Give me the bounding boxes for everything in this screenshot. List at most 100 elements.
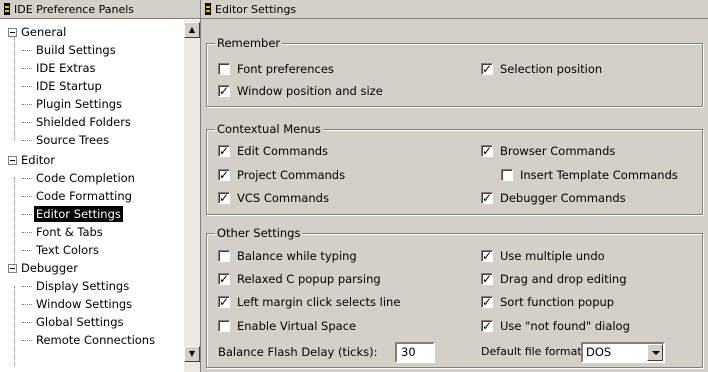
selection-position-checkbox[interactable]: Selection position bbox=[481, 61, 602, 77]
checkbox-box[interactable] bbox=[218, 63, 230, 75]
tree-item-label: Shielded Folders bbox=[36, 115, 131, 129]
tree-scrollbar[interactable]: ▲ ▼ bbox=[184, 20, 200, 372]
editor-settings-title: Editor Settings bbox=[215, 3, 297, 16]
balance-while-typing-checkbox[interactable]: Balance while typing bbox=[218, 248, 357, 264]
checkbox-box[interactable] bbox=[481, 318, 493, 334]
checkbox-label: Relaxed C popup parsing bbox=[237, 272, 381, 286]
tree-item-label: Code Completion bbox=[36, 171, 135, 185]
tree-group-editor[interactable]: Editor bbox=[8, 151, 55, 169]
tree-item-label: Remote Connections bbox=[36, 333, 156, 347]
checkbox-box[interactable] bbox=[481, 294, 493, 310]
tree-item-source-trees[interactable]: Source Trees bbox=[22, 131, 109, 149]
checkbox-box[interactable] bbox=[481, 143, 493, 159]
checkbox-box[interactable] bbox=[218, 167, 230, 183]
checkbox-box[interactable] bbox=[481, 248, 493, 264]
checkbox-box[interactable] bbox=[218, 250, 230, 262]
tree-item-ide-startup[interactable]: IDE Startup bbox=[22, 77, 102, 95]
use-not-found-dialog-checkbox[interactable]: Use "not found" dialog bbox=[481, 318, 630, 334]
tree-item-label: Global Settings bbox=[36, 315, 124, 329]
editor-settings-pane: Editor Settings Remember Font preference… bbox=[201, 0, 708, 372]
tree-item-window-settings[interactable]: Window Settings bbox=[22, 295, 132, 313]
checkbox-box[interactable] bbox=[218, 271, 230, 287]
vcs-commands-checkbox[interactable]: VCS Commands bbox=[218, 190, 329, 206]
contextual-menus-group: Contextual Menus Edit Commands Browser C… bbox=[206, 122, 703, 215]
tree-item-editor-settings[interactable]: Editor Settings bbox=[22, 205, 123, 223]
tree-item-label: Code Formatting bbox=[36, 189, 132, 203]
checkbox-box[interactable] bbox=[218, 294, 230, 310]
edit-commands-checkbox[interactable]: Edit Commands bbox=[218, 143, 328, 159]
sort-function-popup-checkbox[interactable]: Sort function popup bbox=[481, 294, 614, 310]
checkbox-box[interactable] bbox=[218, 83, 230, 99]
chevron-down-icon[interactable] bbox=[647, 344, 663, 361]
scroll-down-icon[interactable]: ▼ bbox=[184, 346, 200, 362]
tree-item-label: Display Settings bbox=[36, 279, 130, 293]
checkbox-box[interactable] bbox=[481, 61, 493, 77]
window-position-checkbox[interactable]: Window position and size bbox=[218, 83, 383, 99]
tree-item-global-settings[interactable]: Global Settings bbox=[22, 313, 124, 331]
debugger-commands-checkbox[interactable]: Debugger Commands bbox=[481, 190, 626, 206]
tree-item-build-settings[interactable]: Build Settings bbox=[22, 41, 116, 59]
tree-line bbox=[14, 177, 15, 267]
remember-group: Remember Font preferences Selection posi… bbox=[206, 36, 703, 107]
collapse-icon[interactable] bbox=[8, 264, 17, 273]
tree-item-plugin-settings[interactable]: Plugin Settings bbox=[22, 95, 122, 113]
tree-item-display-settings[interactable]: Display Settings bbox=[22, 277, 129, 295]
tree-item-text-colors[interactable]: Text Colors bbox=[22, 241, 99, 259]
tree-line bbox=[14, 32, 15, 140]
preference-panels-pane: IDE Preference Panels General Build Sett… bbox=[0, 0, 201, 372]
tree-group-label: Editor bbox=[21, 153, 56, 167]
tree-item-remote-connections[interactable]: Remote Connections bbox=[22, 331, 155, 349]
tree-group-debugger[interactable]: Debugger bbox=[8, 259, 78, 277]
tree-item-label: Source Trees bbox=[36, 133, 110, 147]
checkbox-box[interactable] bbox=[481, 190, 493, 206]
tree-item-font-tabs[interactable]: Font & Tabs bbox=[22, 223, 103, 241]
checkbox-box[interactable] bbox=[501, 169, 513, 181]
checkbox-box[interactable] bbox=[481, 271, 493, 287]
enable-virtual-space-checkbox[interactable]: Enable Virtual Space bbox=[218, 318, 356, 334]
tree-group-general[interactable]: General bbox=[8, 23, 66, 41]
panel-header-icon bbox=[4, 3, 10, 15]
relaxed-c-popup-checkbox[interactable]: Relaxed C popup parsing bbox=[218, 271, 381, 287]
tree-item-code-formatting[interactable]: Code Formatting bbox=[22, 187, 132, 205]
insert-template-commands-checkbox[interactable]: Insert Template Commands bbox=[501, 167, 678, 183]
checkbox-box[interactable] bbox=[218, 190, 230, 206]
checkbox-label: Left margin click selects line bbox=[237, 295, 401, 309]
tree-item-label: IDE Extras bbox=[36, 61, 96, 75]
scroll-up-icon[interactable]: ▲ bbox=[184, 22, 200, 38]
drag-and-drop-checkbox[interactable]: Drag and drop editing bbox=[481, 271, 627, 287]
left-margin-click-checkbox[interactable]: Left margin click selects line bbox=[218, 294, 400, 310]
checkbox-label: Font preferences bbox=[237, 62, 334, 76]
preference-tree: General Build Settings IDE Extras IDE St… bbox=[0, 20, 184, 372]
tree-item-label: Text Colors bbox=[36, 243, 99, 257]
checkbox-box[interactable] bbox=[218, 143, 230, 159]
checkbox-label: Project Commands bbox=[237, 168, 346, 182]
font-preferences-checkbox[interactable]: Font preferences bbox=[218, 61, 334, 77]
tree-item-label: Window Settings bbox=[36, 297, 133, 311]
use-multiple-undo-checkbox[interactable]: Use multiple undo bbox=[481, 248, 605, 264]
collapse-icon[interactable] bbox=[8, 28, 17, 37]
contextual-menus-group-title: Contextual Menus bbox=[215, 122, 323, 136]
tree-item-label: Editor Settings bbox=[34, 206, 123, 222]
checkbox-label: Edit Commands bbox=[237, 144, 329, 158]
checkbox-label: Sort function popup bbox=[500, 295, 615, 309]
tree-item-shielded-folders[interactable]: Shielded Folders bbox=[22, 113, 131, 131]
tree-item-label: Font & Tabs bbox=[36, 225, 103, 239]
collapse-icon[interactable] bbox=[8, 156, 17, 165]
checkbox-label: Insert Template Commands bbox=[520, 168, 678, 182]
project-commands-checkbox[interactable]: Project Commands bbox=[218, 167, 345, 183]
tree-item-ide-extras[interactable]: IDE Extras bbox=[22, 59, 96, 77]
checkbox-box[interactable] bbox=[218, 320, 230, 332]
preference-panels-title: IDE Preference Panels bbox=[14, 3, 135, 16]
default-file-format-value: DOS bbox=[586, 345, 612, 359]
tree-group-label: Debugger bbox=[21, 261, 78, 275]
tree-item-code-completion[interactable]: Code Completion bbox=[22, 169, 135, 187]
browser-commands-checkbox[interactable]: Browser Commands bbox=[481, 143, 615, 159]
other-settings-group: Other Settings Balance while typing Use … bbox=[206, 226, 703, 368]
default-file-format-select[interactable]: DOS bbox=[581, 342, 665, 363]
preference-panels-header: IDE Preference Panels bbox=[0, 0, 200, 19]
checkbox-label: Enable Virtual Space bbox=[237, 319, 357, 333]
checkbox-label: Drag and drop editing bbox=[500, 272, 627, 286]
balance-flash-delay-input[interactable]: 30 bbox=[395, 342, 435, 363]
checkbox-label: Selection position bbox=[500, 62, 603, 76]
tree-line bbox=[14, 286, 15, 366]
